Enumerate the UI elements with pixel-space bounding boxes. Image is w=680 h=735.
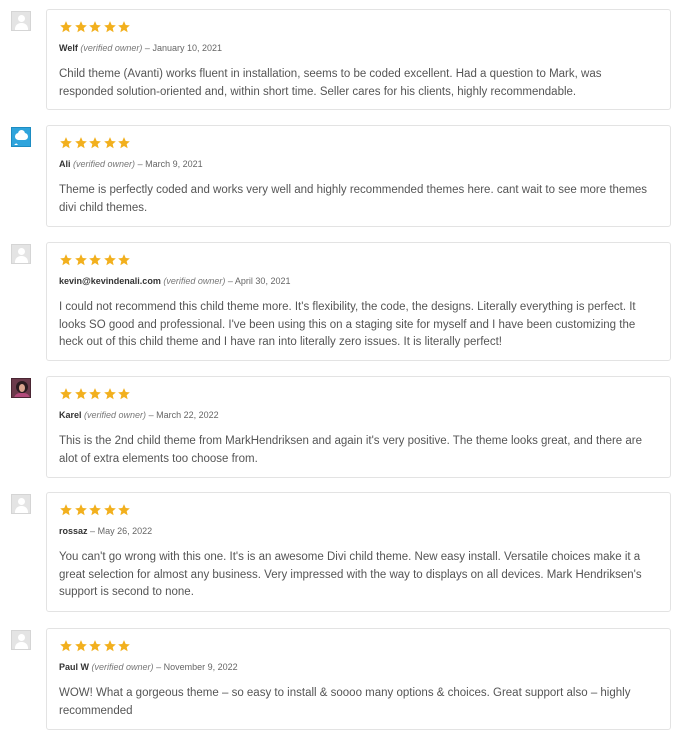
user-photo-avatar-icon (11, 378, 31, 398)
star-icon (59, 639, 73, 653)
review-card: kevin@kevindenali.com (verified owner) –… (46, 242, 671, 361)
review-meta: rossaz – May 26, 2022 (59, 526, 152, 536)
review-card: rossaz – May 26, 2022 You can't go wrong… (46, 492, 671, 612)
review-date: March 22, 2022 (156, 410, 219, 420)
review-card: Karel (verified owner) – March 22, 2022 … (46, 376, 671, 478)
meta-separator: – (156, 662, 162, 672)
meta-separator: – (227, 276, 233, 286)
review-card: Paul W (verified owner) – November 9, 20… (46, 628, 671, 730)
star-icon (88, 387, 102, 401)
meta-separator: – (148, 410, 154, 420)
star-icon (103, 20, 117, 34)
review-text: This is the 2nd child theme from MarkHen… (59, 435, 643, 465)
review-meta: Karel (verified owner) – March 22, 2022 (59, 410, 219, 420)
cloud-avatar-icon: ☁ (11, 127, 31, 147)
star-icon (74, 639, 88, 653)
review-meta: kevin@kevindenali.com (verified owner) –… (59, 276, 290, 286)
review-text: WOW! What a gorgeous theme – so easy to … (59, 687, 631, 717)
star-icon (117, 136, 131, 150)
review-author: Karel (59, 410, 82, 420)
star-icon (59, 20, 73, 34)
star-icon (103, 503, 117, 517)
star-icon (117, 253, 131, 267)
star-icon (74, 253, 88, 267)
star-icon (59, 503, 73, 517)
meta-separator: – (144, 43, 150, 53)
star-icon (88, 503, 102, 517)
review-author: kevin@kevindenali.com (59, 276, 161, 286)
star-rating (59, 639, 132, 657)
user-avatar-placeholder-icon (11, 244, 31, 264)
review-date: March 9, 2021 (145, 159, 203, 169)
user-avatar-placeholder-icon (11, 494, 31, 514)
star-rating (59, 136, 132, 154)
review-card: Ali (verified owner) – March 9, 2021 The… (46, 125, 671, 227)
user-avatar-placeholder-icon (11, 630, 31, 650)
star-icon (88, 136, 102, 150)
verified-owner-label: (verified owner) (80, 43, 143, 53)
review-text: Child theme (Avanti) works fluent in ins… (59, 68, 602, 98)
star-icon (103, 253, 117, 267)
review-author: Ali (59, 159, 71, 169)
star-icon (117, 20, 131, 34)
star-icon (88, 20, 102, 34)
star-icon (117, 387, 131, 401)
verified-owner-label: (verified owner) (84, 410, 147, 420)
user-avatar-placeholder-icon (11, 11, 31, 31)
star-icon (117, 639, 131, 653)
star-icon (74, 387, 88, 401)
verified-owner-label: (verified owner) (73, 159, 136, 169)
review-date: May 26, 2022 (97, 526, 153, 536)
star-icon (59, 253, 73, 267)
review-author: rossaz (59, 526, 88, 536)
star-rating (59, 20, 132, 38)
review-text: I could not recommend this child theme m… (59, 301, 636, 348)
star-icon (103, 387, 117, 401)
review-date: January 10, 2021 (152, 43, 222, 53)
star-icon (74, 136, 88, 150)
star-icon (103, 639, 117, 653)
star-rating (59, 253, 132, 271)
review-meta: Welf (verified owner) – January 10, 2021 (59, 43, 222, 53)
star-icon (74, 503, 88, 517)
review-date: November 9, 2022 (163, 662, 238, 672)
star-icon (103, 136, 117, 150)
star-icon (74, 20, 88, 34)
review-date: April 30, 2021 (234, 276, 291, 286)
star-rating (59, 387, 132, 405)
review-meta: Paul W (verified owner) – November 9, 20… (59, 662, 238, 672)
review-text: Theme is perfectly coded and works very … (59, 184, 648, 214)
review-meta: Ali (verified owner) – March 9, 2021 (59, 159, 203, 169)
star-icon (59, 387, 73, 401)
review-text: You can't go wrong with this one. It's i… (59, 551, 642, 598)
review-author: Paul W (59, 662, 90, 672)
star-icon (59, 136, 73, 150)
star-icon (88, 639, 102, 653)
star-rating (59, 503, 132, 521)
verified-owner-label: (verified owner) (163, 276, 226, 286)
verified-owner-label: (verified owner) (91, 662, 154, 672)
star-icon (88, 253, 102, 267)
star-icon (117, 503, 131, 517)
meta-separator: – (137, 159, 143, 169)
review-card: Welf (verified owner) – January 10, 2021… (46, 9, 671, 110)
meta-separator: – (90, 526, 96, 536)
review-author: Welf (59, 43, 78, 53)
